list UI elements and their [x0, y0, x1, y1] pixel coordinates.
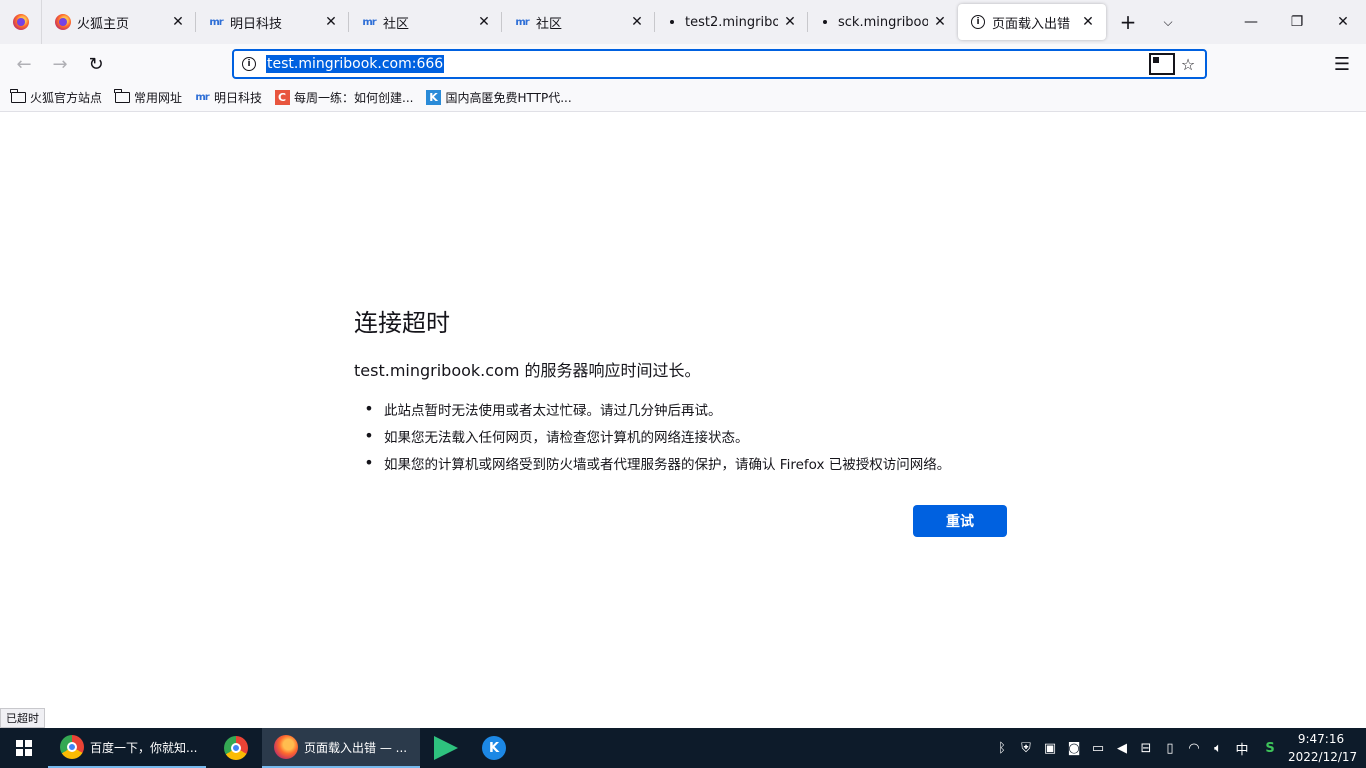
firefox-view-button[interactable]: [0, 0, 42, 44]
info-icon: i: [970, 14, 986, 30]
bookmark-firefox-official[interactable]: 火狐官方站点: [10, 86, 102, 110]
reload-button[interactable]: ↻: [80, 48, 112, 80]
mingri-logo-icon: mr: [515, 16, 529, 28]
media-player-icon: [434, 736, 458, 760]
app-tray-icon[interactable]: ▣: [1038, 728, 1062, 768]
qr-code-icon[interactable]: [1149, 53, 1175, 75]
bookmark-star-icon[interactable]: ☆: [1175, 53, 1201, 75]
tab-test2[interactable]: test2.mingribook ✕: [655, 0, 808, 44]
close-icon[interactable]: ✕: [472, 10, 496, 34]
firefox-icon: [274, 735, 298, 759]
ime-indicator[interactable]: 中: [1230, 728, 1254, 768]
forward-button[interactable]: →: [44, 48, 76, 80]
tab-load-error[interactable]: i 页面载入出错 ✕: [958, 4, 1106, 40]
tab-community-2[interactable]: mr 社区 ✕: [502, 0, 655, 44]
bookmark-mingri[interactable]: mr 明日科技: [194, 86, 262, 110]
page-content: 连接超时 test.mingribook.com 的服务器响应时间过长。 此站点…: [0, 113, 1366, 728]
firefox-icon: [55, 14, 71, 30]
tab-label: 社区: [536, 16, 563, 32]
system-clock[interactable]: 9:47:16 2022/12/17: [1288, 730, 1358, 766]
qq-tray-icon[interactable]: ◙: [1062, 728, 1086, 768]
error-title: 连接超时: [354, 309, 450, 337]
close-icon[interactable]: ✕: [778, 10, 802, 34]
close-icon[interactable]: ✕: [1076, 10, 1100, 34]
tab-label: 明日科技: [230, 16, 283, 32]
bookmark-common-urls[interactable]: 常用网址: [114, 86, 182, 110]
bookmark-http-proxy[interactable]: K 国内高匿免费HTTP代...: [426, 86, 572, 110]
mingri-logo-icon: mr: [362, 16, 376, 28]
firefox-icon: [12, 14, 29, 30]
error-suggestions: 此站点暂时无法使用或者太过忙碌。请过几分钟后再试。 如果您无法载入任何网页，请检…: [354, 395, 950, 476]
status-panel: 已超时: [0, 708, 45, 728]
list-item: 此站点暂时无法使用或者太过忙碌。请过几分钟后再试。: [354, 395, 950, 422]
tab-firefox-home[interactable]: 火狐主页 ✕: [43, 0, 196, 44]
folder-icon: [10, 89, 26, 105]
retry-button[interactable]: 重试: [913, 505, 1007, 537]
sound-alert-icon[interactable]: ◀: [1110, 728, 1134, 768]
tab-label: 火狐主页: [77, 16, 130, 32]
tab-strip: 火狐主页 ✕ mr 明日科技 ✕ mr 社区 ✕ mr 社区 ✕ test2.m…: [0, 0, 1366, 44]
volume-icon[interactable]: 🔈︎: [1206, 728, 1230, 768]
wifi-icon[interactable]: ◠: [1182, 728, 1206, 768]
taskbar-k-app[interactable]: K: [470, 728, 518, 768]
close-icon[interactable]: ✕: [625, 10, 649, 34]
tab-label: test2.mingribook: [685, 14, 778, 30]
window-close-button[interactable]: ✕: [1320, 0, 1366, 44]
close-icon[interactable]: ✕: [166, 10, 190, 34]
minimize-button[interactable]: —: [1228, 0, 1274, 44]
app-menu-button[interactable]: ☰: [1326, 48, 1358, 80]
list-all-tabs-button[interactable]: ⌵: [1154, 8, 1182, 36]
security-icon[interactable]: ⛨: [1014, 728, 1038, 768]
mingri-logo-icon: mr: [195, 92, 209, 103]
k-icon: K: [426, 90, 442, 105]
mingri-logo-icon: mr: [209, 16, 223, 28]
k-app-icon: K: [482, 736, 506, 760]
start-button[interactable]: [0, 728, 48, 768]
list-item: 如果您的计算机或网络受到防火墙或者代理服务器的保护，请确认 Firefox 已被…: [354, 449, 950, 476]
close-icon[interactable]: ✕: [319, 10, 343, 34]
taskbar-chrome-baidu[interactable]: 百度一下，你就知...: [48, 728, 206, 768]
tab-label: sck.mingribook.c: [838, 14, 928, 30]
network-share-icon[interactable]: ⊟: [1134, 728, 1158, 768]
error-description: test.mingribook.com 的服务器响应时间过长。: [354, 361, 701, 380]
bookmark-weekly-practice[interactable]: C 每周一练：如何创建...: [274, 86, 414, 110]
taskbar: 百度一下，你就知... 页面载入出错 — ... K ᛒ ⛨ ▣ ◙ ▭ ◀ ⊟…: [0, 728, 1366, 768]
tab-sck[interactable]: sck.mingribook.c ✕: [808, 0, 958, 44]
close-icon[interactable]: ✕: [928, 10, 952, 34]
clock-time: 9:47:16: [1297, 732, 1345, 746]
bookmarks-toolbar: 火狐官方站点 常用网址 mr 明日科技 C 每周一练：如何创建... K 国内高…: [0, 84, 1366, 112]
loading-dot-icon: [820, 14, 830, 30]
navigation-toolbar: ← → ↻ i test.mingribook.com:666 ☆ ☰: [0, 44, 1366, 84]
url-bar[interactable]: i test.mingribook.com:666 ☆: [232, 49, 1207, 79]
c-icon: C: [274, 90, 290, 105]
back-button[interactable]: ←: [8, 48, 40, 80]
loading-dot-icon: [667, 14, 677, 30]
taskbar-media-player[interactable]: [422, 728, 470, 768]
new-tab-button[interactable]: +: [1114, 8, 1142, 36]
tab-label: 页面载入出错: [992, 16, 1071, 32]
battery-icon[interactable]: ▯: [1158, 728, 1182, 768]
sogou-ime-icon[interactable]: S: [1258, 728, 1282, 768]
taskbar-chrome[interactable]: [212, 728, 260, 768]
windows-icon: [16, 740, 32, 756]
tab-mingri[interactable]: mr 明日科技 ✕: [196, 0, 349, 44]
url-input[interactable]: test.mingribook.com:666: [266, 55, 445, 73]
bluetooth-icon[interactable]: ᛒ: [990, 728, 1014, 768]
chrome-icon: [60, 735, 84, 759]
display-icon[interactable]: ▭: [1086, 728, 1110, 768]
tab-label: 社区: [383, 16, 410, 32]
tab-community-1[interactable]: mr 社区 ✕: [349, 0, 502, 44]
taskbar-firefox[interactable]: 页面载入出错 — ...: [262, 728, 420, 768]
list-item: 如果您无法载入任何网页，请检查您计算机的网络连接状态。: [354, 422, 950, 449]
folder-icon: [114, 89, 130, 105]
clock-date: 2022/12/17: [1288, 750, 1358, 764]
chrome-icon: [224, 736, 248, 760]
restore-button[interactable]: ❐: [1274, 0, 1320, 44]
site-info-icon[interactable]: i: [240, 55, 258, 73]
